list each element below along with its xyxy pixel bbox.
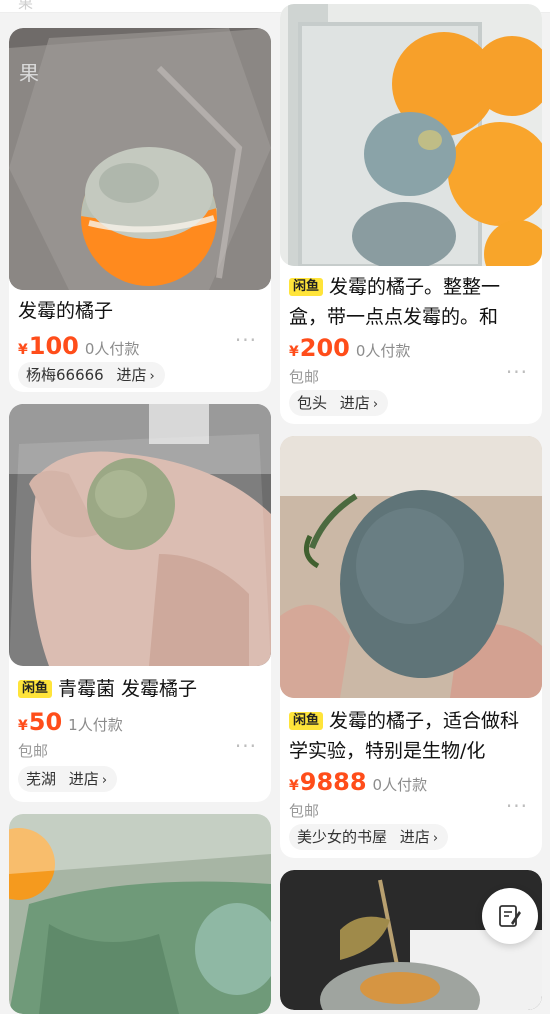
price: ¥100 — [18, 332, 79, 360]
shop-name: 包头 — [297, 394, 328, 412]
chevron-right-icon: › — [149, 369, 155, 384]
svg-text:果: 果 — [19, 61, 39, 85]
shop-name: 美少女的书屋 — [297, 828, 388, 846]
listing-photo[interactable] — [280, 4, 542, 266]
listing-card[interactable]: 闲鱼 发霉的橘子。整整一盒，带一点点发霉的。和 ¥200 0人付款 包邮 ··· 包… — [280, 4, 542, 424]
listing-card[interactable]: 闲鱼 青霉菌 发霉橘子 ¥50 1人付款 包邮 ··· 芜湖 进店 › — [9, 404, 271, 802]
price-value: 200 — [299, 334, 350, 362]
listing-card[interactable]: 果 发霉的橘子 ¥100 0人付款 ··· 杨梅66666 进店 › — [9, 28, 271, 392]
buyers-count: 0人付款 — [84, 340, 140, 358]
buyers-count: 1人付款 — [68, 716, 123, 734]
post-listing-button[interactable] — [482, 888, 538, 944]
shop-enter-label: 进店 — [68, 770, 99, 788]
chevron-right-icon: › — [432, 831, 439, 846]
buyers-count: 0人付款 — [355, 342, 411, 360]
listing-title[interactable]: 闲鱼 发霉的橘子。整整一盒，带一点点发霉的。和 — [289, 272, 534, 332]
price: ¥50 — [18, 708, 62, 736]
xianyu-tag: 闲鱼 — [18, 680, 53, 698]
listing-photo[interactable] — [9, 814, 271, 1014]
shipping-label: 包邮 — [289, 368, 320, 386]
chevron-right-icon: › — [101, 773, 108, 788]
shop-link[interactable]: 杨梅66666 进店 › — [18, 362, 165, 388]
shop-enter-label: 进店 — [116, 366, 147, 384]
price-value: 100 — [28, 332, 79, 360]
shop-name: 芜湖 — [26, 770, 57, 788]
price: ¥9888 — [289, 768, 367, 796]
price-row: ¥50 1人付款 — [18, 708, 123, 736]
shop-name: 杨梅66666 — [26, 366, 104, 384]
listing-photo[interactable] — [9, 404, 271, 666]
listing-photo[interactable]: 果 — [9, 28, 271, 290]
listing-title[interactable]: 闲鱼 发霉的橘子，适合做科学实验，特别是生物/化 — [289, 706, 534, 766]
price-value: 50 — [28, 708, 63, 736]
shipping-label: 包邮 — [289, 802, 320, 820]
listing-title[interactable]: 发霉的橘子 — [18, 296, 263, 326]
shop-link[interactable]: 包头 进店 › — [289, 390, 389, 416]
price: ¥200 — [289, 334, 350, 362]
currency-symbol: ¥ — [289, 344, 299, 360]
price-row: ¥100 0人付款 — [18, 332, 139, 360]
price-value: 9888 — [299, 768, 367, 796]
more-dots-icon[interactable]: ··· — [506, 360, 528, 384]
listing-title-text: 青霉菌 发霉橘子 — [58, 678, 198, 700]
currency-symbol: ¥ — [18, 718, 28, 734]
chevron-right-icon: › — [372, 397, 379, 412]
currency-symbol: ¥ — [18, 342, 28, 358]
listing-card[interactable] — [9, 814, 271, 1014]
buyers-count: 0人付款 — [372, 776, 428, 794]
shop-enter-label: 进店 — [339, 394, 370, 412]
more-dots-icon[interactable]: ··· — [235, 734, 257, 758]
listing-title[interactable]: 闲鱼 青霉菌 发霉橘子 — [18, 674, 263, 704]
shipping-label: 包邮 — [18, 742, 49, 760]
edit-note-icon — [499, 905, 521, 927]
currency-symbol: ¥ — [289, 778, 299, 794]
shop-link[interactable]: 美少女的书屋 进店 › — [289, 824, 449, 850]
more-dots-icon[interactable]: ··· — [235, 328, 257, 352]
xianyu-tag: 闲鱼 — [289, 278, 324, 296]
xianyu-tag: 闲鱼 — [289, 712, 324, 730]
price-row: ¥9888 0人付款 — [289, 768, 427, 796]
listing-photo[interactable] — [280, 436, 542, 698]
shop-link[interactable]: 芜湖 进店 › — [18, 766, 118, 792]
price-row: ¥200 0人付款 — [289, 334, 410, 362]
top-strip-text: 果 — [18, 0, 34, 12]
listing-title-text: 发霉的橘子，适合做科学实验，特别是生物/化 — [289, 710, 520, 762]
shop-enter-label: 进店 — [399, 828, 430, 846]
listing-title-text: 发霉的橘子 — [18, 300, 114, 322]
more-dots-icon[interactable]: ··· — [506, 794, 528, 818]
listing-card[interactable]: 闲鱼 发霉的橘子，适合做科学实验，特别是生物/化 ¥9888 0人付款 包邮 ···… — [280, 436, 542, 858]
